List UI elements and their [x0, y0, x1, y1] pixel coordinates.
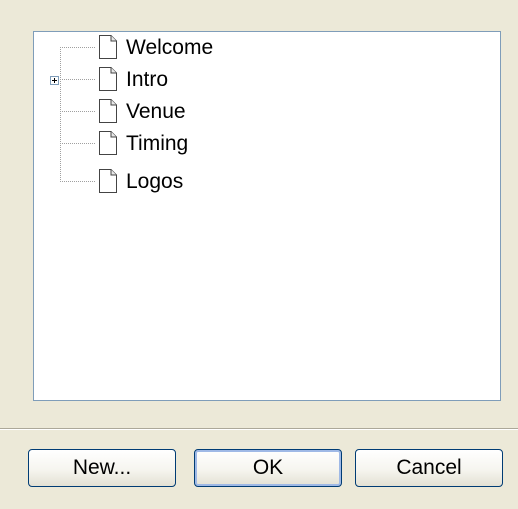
page-icon [99, 99, 117, 123]
cancel-button[interactable]: Cancel [355, 449, 503, 487]
page-icon [99, 35, 117, 59]
tree-item-label: Logos [126, 170, 184, 193]
tree-item-logos[interactable]: Logos [34, 168, 500, 200]
tree-item-label: Intro [126, 68, 169, 91]
new-button[interactable]: New... [28, 449, 176, 487]
expand-plus-icon[interactable] [50, 76, 59, 85]
tree-item-timing[interactable]: Timing [34, 130, 500, 162]
tree-item-venue[interactable]: Venue [34, 98, 500, 130]
tree-item-intro[interactable]: Intro [34, 66, 500, 98]
tree-item-welcome[interactable]: Welcome [34, 34, 500, 66]
ok-button[interactable]: OK [194, 449, 342, 487]
page-icon [99, 67, 117, 91]
tree-item-label: Timing [126, 132, 189, 155]
page-tree[interactable]: Welcome Intro Venue Timing Logos [33, 31, 501, 401]
page-icon [99, 169, 117, 193]
page-icon [99, 131, 117, 155]
separator-highlight [0, 429, 518, 430]
tree-item-label: Venue [126, 100, 186, 123]
tree-item-label: Welcome [126, 36, 214, 59]
